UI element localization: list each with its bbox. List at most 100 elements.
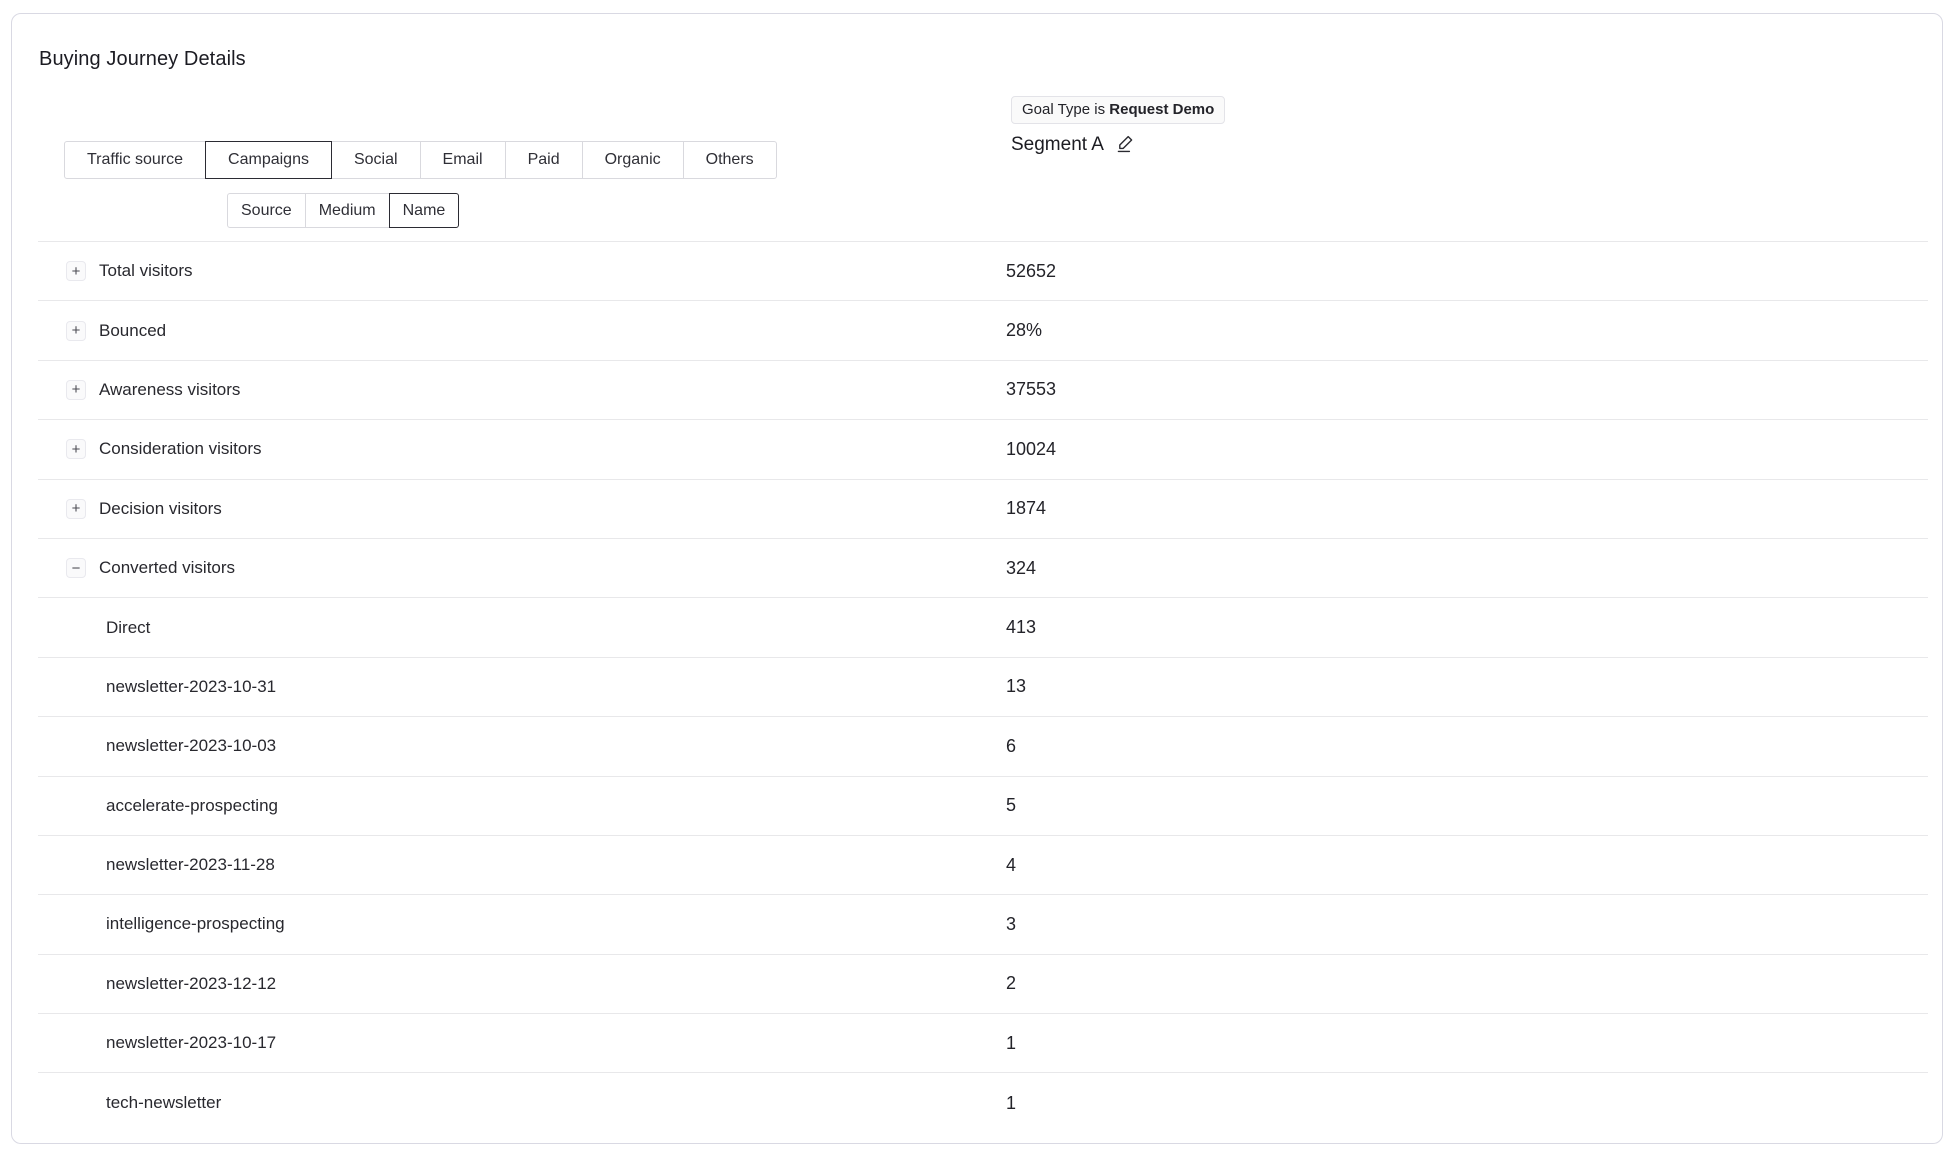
row-value: 5 xyxy=(1006,795,1016,816)
table-row: accelerate-prospecting 5 xyxy=(38,777,1928,836)
buying-journey-card: Buying Journey Details Traffic source Ca… xyxy=(11,13,1943,1144)
row-value: 3 xyxy=(1006,914,1016,935)
tab-label: Medium xyxy=(319,202,376,220)
table-row: intelligence-prospecting 3 xyxy=(38,895,1928,954)
expand-button[interactable]: + xyxy=(66,321,86,341)
row-value: 324 xyxy=(1006,558,1036,579)
tab-label: Social xyxy=(354,151,398,169)
tab-label: Paid xyxy=(528,151,560,169)
row-value: 52652 xyxy=(1006,261,1056,282)
row-main-cell: Direct xyxy=(38,618,1006,638)
expander-icon: + xyxy=(72,264,81,279)
table-row: − Converted visitors 324 xyxy=(38,539,1928,598)
tab-others[interactable]: Others xyxy=(683,141,777,179)
row-label: Direct xyxy=(106,618,150,638)
row-label: Consideration visitors xyxy=(99,439,262,459)
row-label: intelligence-prospecting xyxy=(106,914,285,934)
row-value: 37553 xyxy=(1006,379,1056,400)
row-label: accelerate-prospecting xyxy=(106,796,278,816)
dimension-tabs: Traffic source Campaigns Social Email Pa… xyxy=(64,141,777,179)
goal-type-badge[interactable]: Goal Type is Request Demo xyxy=(1011,96,1225,124)
expander-icon: + xyxy=(72,382,81,397)
row-label: tech-newsletter xyxy=(106,1093,221,1113)
row-main-cell: newsletter-2023-11-28 xyxy=(38,855,1006,875)
expand-button[interactable]: + xyxy=(66,261,86,281)
table-row: newsletter-2023-10-17 1 xyxy=(38,1014,1928,1073)
segment-label: Segment A xyxy=(1011,134,1104,156)
row-label: newsletter-2023-10-03 xyxy=(106,736,276,756)
tab-traffic-source[interactable]: Traffic source xyxy=(64,141,206,179)
row-main-cell: + Awareness visitors xyxy=(38,380,1006,400)
tab-campaigns[interactable]: Campaigns xyxy=(205,141,332,179)
expander-icon: + xyxy=(72,323,81,338)
row-value: 1 xyxy=(1006,1093,1016,1114)
tab-social[interactable]: Social xyxy=(331,141,421,179)
row-label: newsletter-2023-12-12 xyxy=(106,974,276,994)
subtab-source[interactable]: Source xyxy=(227,193,306,228)
table-row: + Consideration visitors 10024 xyxy=(38,420,1928,479)
row-main-cell: tech-newsletter xyxy=(38,1093,1006,1113)
table-row: Direct 413 xyxy=(38,598,1928,657)
table-row: newsletter-2023-10-31 13 xyxy=(38,658,1928,717)
row-value: 1874 xyxy=(1006,498,1046,519)
tab-label: Organic xyxy=(605,151,661,169)
row-label: Decision visitors xyxy=(99,499,222,519)
expand-button[interactable]: + xyxy=(66,380,86,400)
segment-row: Segment A xyxy=(1011,133,1136,157)
tab-email[interactable]: Email xyxy=(420,141,506,179)
page-title: Buying Journey Details xyxy=(39,47,246,71)
row-main-cell: intelligence-prospecting xyxy=(38,914,1006,934)
expand-button[interactable]: + xyxy=(66,439,86,459)
goal-badge-value: Request Demo xyxy=(1109,101,1214,118)
row-label: Awareness visitors xyxy=(99,380,240,400)
row-value: 6 xyxy=(1006,736,1016,757)
tab-organic[interactable]: Organic xyxy=(582,141,684,179)
row-value: 13 xyxy=(1006,676,1026,697)
table-row: + Total visitors 52652 xyxy=(38,242,1928,301)
journey-table: + Total visitors 52652 + Bounced 28% xyxy=(38,241,1928,1133)
edit-segment-button[interactable] xyxy=(1115,133,1136,157)
subtab-medium[interactable]: Medium xyxy=(305,193,390,228)
row-label: newsletter-2023-10-31 xyxy=(106,677,276,697)
expander-icon: + xyxy=(72,501,81,516)
tab-label: Email xyxy=(443,151,483,169)
tab-label: Traffic source xyxy=(87,151,183,169)
row-main-cell: + Consideration visitors xyxy=(38,439,1006,459)
expander-icon: − xyxy=(72,561,81,576)
table-row: + Awareness visitors 37553 xyxy=(38,361,1928,420)
collapse-button[interactable]: − xyxy=(66,558,86,578)
row-main-cell: newsletter-2023-10-17 xyxy=(38,1033,1006,1053)
subtab-name[interactable]: Name xyxy=(389,193,460,228)
row-main-cell: newsletter-2023-10-03 xyxy=(38,736,1006,756)
row-label: newsletter-2023-11-28 xyxy=(106,855,275,875)
expander-icon: + xyxy=(72,442,81,457)
row-label: Total visitors xyxy=(99,261,193,281)
table-row: + Decision visitors 1874 xyxy=(38,480,1928,539)
row-value: 10024 xyxy=(1006,439,1056,460)
row-value: 2 xyxy=(1006,973,1016,994)
table-row: newsletter-2023-10-03 6 xyxy=(38,717,1928,776)
row-main-cell: newsletter-2023-10-31 xyxy=(38,677,1006,697)
campaign-subtabs: Source Medium Name xyxy=(227,193,459,228)
table-row: newsletter-2023-11-28 4 xyxy=(38,836,1928,895)
row-main-cell: + Decision visitors xyxy=(38,499,1006,519)
table-row: + Bounced 28% xyxy=(38,301,1928,360)
pencil-line-icon xyxy=(1115,133,1136,157)
row-main-cell: accelerate-prospecting xyxy=(38,796,1006,816)
row-value: 413 xyxy=(1006,617,1036,638)
table-row: newsletter-2023-12-12 2 xyxy=(38,955,1928,1014)
row-value: 4 xyxy=(1006,855,1016,876)
header-right: Goal Type is Request Demo Segment A xyxy=(1011,96,1225,157)
row-label: Converted visitors xyxy=(99,558,235,578)
row-main-cell: + Bounced xyxy=(38,321,1006,341)
row-value: 28% xyxy=(1006,320,1042,341)
tab-label: Campaigns xyxy=(228,151,309,169)
goal-badge-prefix: Goal Type is xyxy=(1022,101,1109,118)
tab-paid[interactable]: Paid xyxy=(505,141,583,179)
expand-button[interactable]: + xyxy=(66,499,86,519)
row-main-cell: − Converted visitors xyxy=(38,558,1006,578)
row-main-cell: newsletter-2023-12-12 xyxy=(38,974,1006,994)
row-value: 1 xyxy=(1006,1033,1016,1054)
row-main-cell: + Total visitors xyxy=(38,261,1006,281)
row-label: Bounced xyxy=(99,321,166,341)
